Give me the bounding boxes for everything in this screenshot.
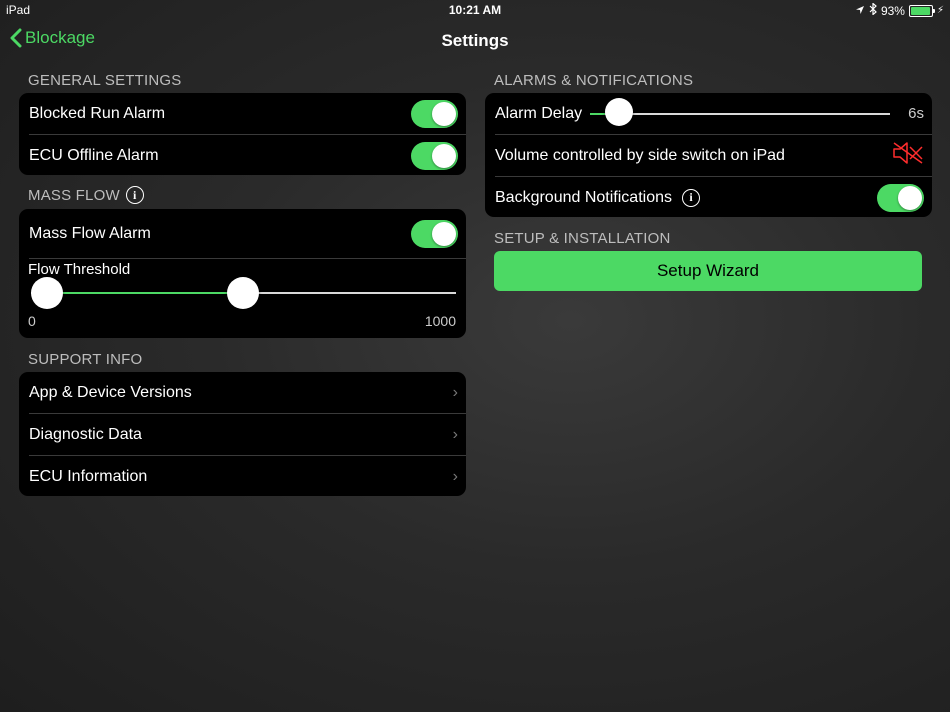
- mass-flow-alarm-toggle[interactable]: [411, 219, 458, 248]
- flow-threshold-label: Flow Threshold: [28, 261, 131, 278]
- flow-threshold-max-label: 1000: [424, 313, 456, 329]
- section-header-label: SUPPORT INFO: [28, 351, 143, 368]
- row-app-device-versions[interactable]: App & Device Versions ›: [29, 372, 466, 414]
- alarm-delay-fill: [590, 112, 606, 115]
- ecu-offline-alarm-label: ECU Offline Alarm: [29, 146, 159, 164]
- toggle-knob: [432, 101, 456, 126]
- row-blocked-run-alarm: Blocked Run Alarm: [29, 93, 466, 135]
- bluetooth-icon: [869, 2, 877, 18]
- section-header-general: GENERAL SETTINGS: [28, 72, 182, 89]
- toggle-knob: [432, 143, 456, 168]
- row-background-notifications: Background Notifications i: [495, 177, 932, 218]
- section-header-support: SUPPORT INFO: [28, 351, 142, 368]
- setup-wizard-button[interactable]: Setup Wizard: [494, 251, 922, 291]
- alarm-delay-value: 6s: [908, 105, 924, 122]
- flow-threshold-max-thumb[interactable]: [226, 277, 259, 309]
- alarm-delay-slider[interactable]: [590, 97, 891, 128]
- mass-flow-card: Mass Flow Alarm Flow Threshold 0 1000: [19, 209, 466, 338]
- alarms-card: Alarm Delay 6s Volume controlled by side…: [485, 93, 932, 217]
- section-header-label: SETUP & INSTALLATION: [494, 230, 671, 247]
- app-device-versions-label: App & Device Versions: [29, 383, 192, 401]
- ecu-offline-alarm-toggle[interactable]: [411, 141, 458, 170]
- page-title: Settings: [441, 31, 509, 50]
- section-header-mass-flow: MASS FLOW i: [28, 186, 144, 204]
- info-icon[interactable]: i: [125, 186, 144, 204]
- charging-bolt-icon: ⚡: [936, 5, 944, 16]
- toggle-knob: [432, 221, 456, 246]
- battery-percent: 93%: [880, 3, 905, 18]
- battery-icon: [908, 4, 935, 17]
- speaker-muted-icon: [892, 141, 924, 170]
- chevron-right-icon: ›: [452, 425, 458, 443]
- toggle-knob: [898, 185, 922, 210]
- blocked-run-alarm-label: Blocked Run Alarm: [29, 104, 166, 122]
- status-right: 93% ⚡: [855, 2, 944, 18]
- chevron-right-icon: ›: [452, 467, 458, 485]
- navigation-bar: Blockage Settings: [0, 20, 950, 60]
- chevron-right-icon: ›: [452, 383, 458, 401]
- flow-threshold-min-label: 0: [28, 313, 36, 329]
- section-header-label: GENERAL SETTINGS: [28, 72, 182, 89]
- location-arrow-icon: [855, 4, 865, 18]
- row-mass-flow-alarm: Mass Flow Alarm: [29, 209, 466, 259]
- section-header-label: ALARMS & NOTIFICATIONS: [494, 72, 694, 89]
- background-notifications-label: Background Notifications: [495, 188, 672, 206]
- flow-threshold-min-thumb[interactable]: [31, 277, 63, 309]
- background-notifications-toggle[interactable]: [877, 183, 924, 212]
- section-header-label: MASS FLOW: [28, 186, 120, 204]
- alarm-delay-label: Alarm Delay: [495, 104, 583, 122]
- status-bar: iPad 10:21 AM 93% ⚡: [0, 0, 950, 20]
- info-icon[interactable]: i: [681, 188, 700, 207]
- row-ecu-offline-alarm: ECU Offline Alarm: [29, 135, 466, 176]
- section-header-setup: SETUP & INSTALLATION: [494, 230, 671, 247]
- blocked-run-alarm-toggle[interactable]: [411, 99, 458, 128]
- section-header-alarms: ALARMS & NOTIFICATIONS: [494, 72, 693, 89]
- volume-side-switch-label: Volume controlled by side switch on iPad: [495, 146, 785, 164]
- status-time: 10:21 AM: [448, 3, 502, 17]
- support-info-card: App & Device Versions › Diagnostic Data …: [19, 372, 466, 496]
- diagnostic-data-label: Diagnostic Data: [29, 425, 142, 443]
- alarm-delay-track: [590, 112, 891, 115]
- row-diagnostic-data[interactable]: Diagnostic Data ›: [29, 414, 466, 456]
- mass-flow-alarm-label: Mass Flow Alarm: [29, 224, 151, 242]
- general-settings-card: Blocked Run Alarm ECU Offline Alarm: [19, 93, 466, 175]
- row-volume-side-switch: Volume controlled by side switch on iPad: [495, 135, 932, 177]
- ecu-information-label: ECU Information: [29, 467, 148, 485]
- row-ecu-information[interactable]: ECU Information ›: [29, 456, 466, 497]
- flow-threshold-range-fill: [47, 292, 243, 294]
- row-alarm-delay: Alarm Delay 6s: [495, 93, 932, 135]
- alarm-delay-thumb[interactable]: [605, 97, 634, 126]
